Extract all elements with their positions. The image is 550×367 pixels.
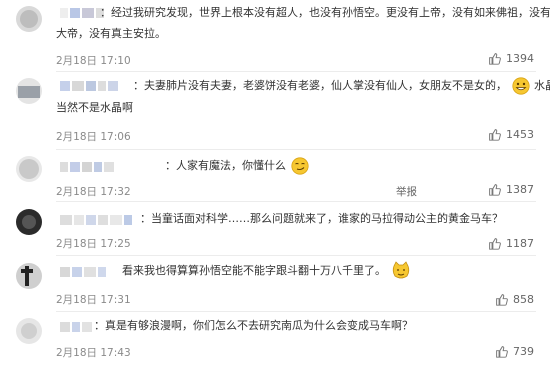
- comment-text-main: ：人家有魔法，你懂什么: [165, 159, 286, 172]
- comment-text: 看来我也得算算孙悟空能不能字跟斗翻十万八千里了。: [122, 261, 412, 281]
- like-count: 1453: [506, 128, 534, 141]
- like-button[interactable]: 1387: [488, 183, 534, 196]
- comment-text-main: ：夫妻肺片没有夫妻，老婆饼没有老婆，仙人掌没有仙人，女朋友不是女的，: [133, 79, 507, 92]
- comment-text-tail: 水晶鞋: [534, 79, 550, 92]
- comment-text-main: 看来我也得算算孙悟空能不能字跟斗翻十万八千里了。: [122, 264, 386, 277]
- like-button[interactable]: 1453: [488, 128, 534, 141]
- comment-item: ：当童话面对科学……那么问题就来了，谁家的马拉得动公主的黄金马车？ 2月18日 …: [0, 202, 550, 256]
- comment-time: 2月18日 17:10: [56, 55, 131, 67]
- comment-item: ：夫妻肺片没有夫妻，老婆饼没有老婆，仙人掌没有仙人，女朋友不是女的， 水晶鞋 当…: [0, 72, 550, 150]
- thumb-up-icon: [489, 129, 501, 141]
- like-button[interactable]: 1187: [488, 237, 534, 250]
- username-redacted[interactable]: [60, 215, 132, 225]
- avatar[interactable]: [16, 78, 42, 104]
- thumb-up-icon: [489, 184, 501, 196]
- like-button[interactable]: 739: [495, 345, 534, 358]
- report-link[interactable]: 举报: [396, 184, 417, 199]
- comment-item: 看来我也得算算孙悟空能不能字跟斗翻十万八千里了。 2月18日 17:31 858: [0, 256, 550, 312]
- username-redacted[interactable]: [60, 8, 104, 18]
- username-redacted[interactable]: [60, 81, 118, 91]
- thumb-up-icon: [489, 53, 501, 65]
- comment-text: ：夫妻肺片没有夫妻，老婆饼没有老婆，仙人掌没有仙人，女朋友不是女的， 水晶鞋: [133, 76, 550, 96]
- comment-time: 2月18日 17:31: [56, 294, 131, 306]
- comment-time: 2月18日 17:25: [56, 238, 131, 250]
- username-redacted[interactable]: [60, 267, 106, 277]
- comment-text: ：真是有够浪漫啊，你们怎么不去研究南瓜为什么会变成马车啊？: [94, 319, 413, 332]
- comment-text: ：人家有魔法，你懂什么: [165, 156, 310, 176]
- comment-text-cont: 当然不是水晶啊: [56, 101, 133, 114]
- avatar[interactable]: [16, 318, 42, 344]
- comment-text: ：当童话面对科学……那么问题就来了，谁家的马拉得动公主的黄金马车？: [140, 212, 503, 225]
- username-redacted[interactable]: [60, 162, 114, 172]
- comment-item: ：经过我研究发现，世界上根本没有超人，也没有孙悟空。更没有上帝，没有如来佛祖，没…: [0, 0, 550, 72]
- cat-emoji: [392, 261, 409, 279]
- comment-time: 2月18日 17:43: [56, 347, 131, 359]
- comment-item: ：真是有够浪漫啊，你们怎么不去研究南瓜为什么会变成马车啊？ 2月18日 17:4…: [0, 312, 550, 367]
- comment-time: 2月18日 17:32: [56, 186, 131, 198]
- thumb-up-icon: [496, 294, 508, 306]
- like-button[interactable]: 858: [495, 293, 534, 306]
- comment-text: ：经过我研究发现，世界上根本没有超人，也没有孙悟空。更没有上帝，没有如来佛祖，没…: [100, 6, 550, 19]
- thumb-up-icon: [489, 238, 501, 250]
- comment-item: ：人家有魔法，你懂什么 2月18日 17:32 举报 1387: [0, 150, 550, 202]
- like-button[interactable]: 1394: [488, 52, 534, 65]
- comment-text-cont: 大帝，没有真主安拉。: [56, 27, 166, 40]
- avatar[interactable]: [16, 6, 42, 32]
- smirk-emoji: [290, 157, 309, 175]
- avatar[interactable]: [16, 209, 42, 235]
- thumb-up-icon: [496, 346, 508, 358]
- username-redacted[interactable]: [60, 322, 92, 332]
- like-count: 1187: [506, 237, 534, 250]
- like-count: 1387: [506, 183, 534, 196]
- avatar[interactable]: [16, 156, 42, 182]
- like-count: 739: [513, 345, 534, 358]
- avatar[interactable]: [16, 263, 42, 289]
- like-count: 1394: [506, 52, 534, 65]
- like-count: 858: [513, 293, 534, 306]
- comment-time: 2月18日 17:06: [56, 131, 131, 143]
- grin-emoji: [511, 77, 530, 95]
